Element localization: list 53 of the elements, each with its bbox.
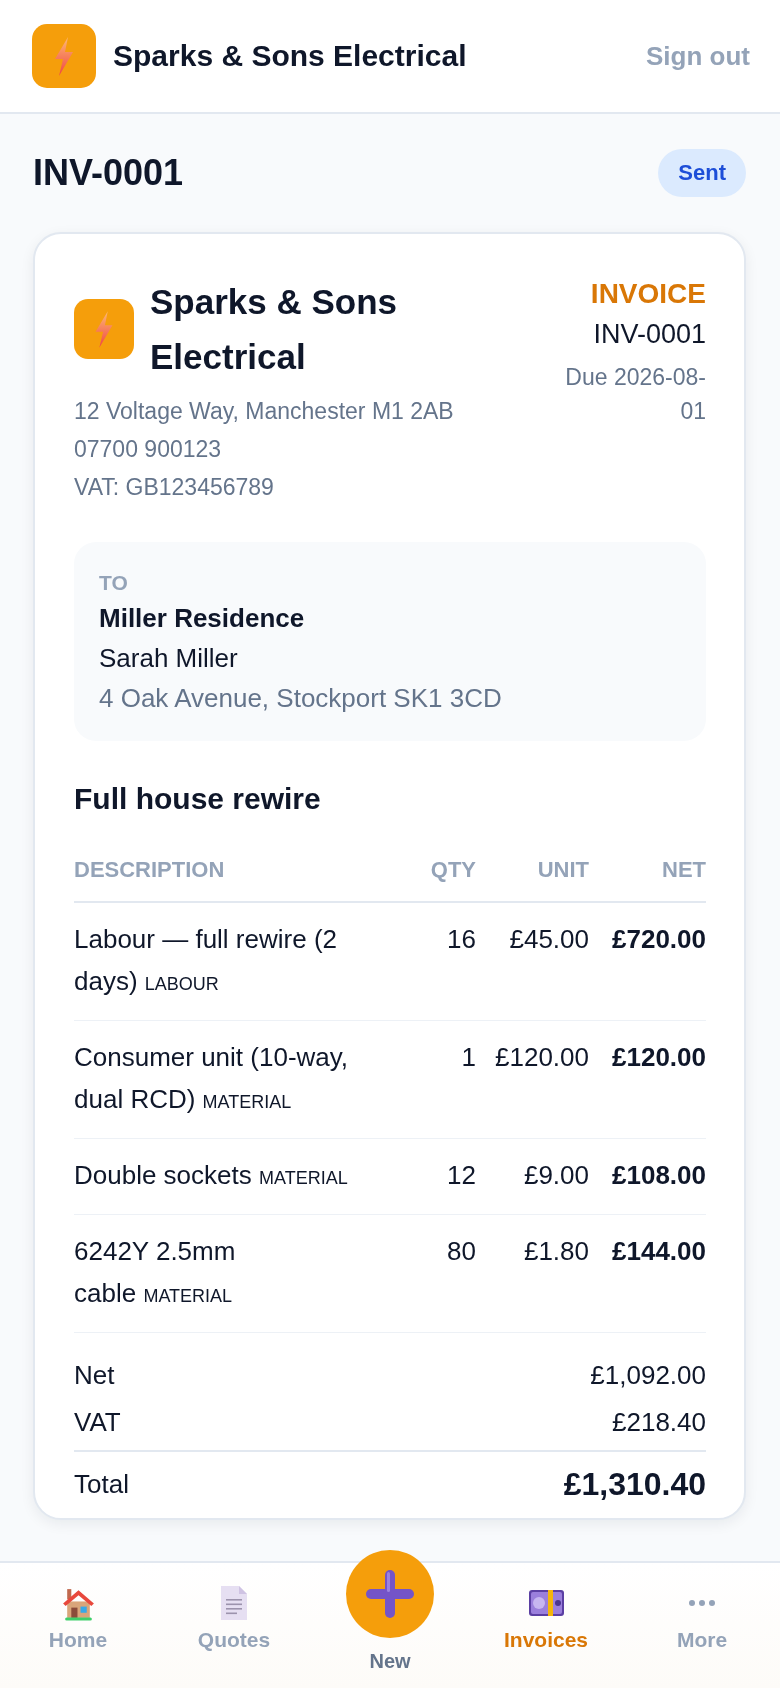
item-quantity: 12 — [447, 1160, 476, 1190]
item-quantity: 16 — [447, 924, 476, 954]
company-address: 12 Voltage Way, Manchester M1 2AB — [74, 397, 454, 426]
invoice-number: INV-0001 — [593, 318, 706, 351]
company-phone: 07700 900123 — [74, 435, 222, 464]
total-amount: £1,310.40 — [563, 1466, 706, 1502]
subtotal-amount: £218.40 — [612, 1406, 706, 1439]
item-description: Labour — full rewire (2 days) LABOUR — [74, 924, 337, 996]
column-header: UNIT — [537, 857, 589, 882]
line-total: £144.00 — [612, 1236, 706, 1266]
unit-price: £9.00 — [523, 1160, 589, 1190]
nav-tab[interactable]: Invoices — [468, 1563, 624, 1653]
more-dots-icon — [688, 1599, 716, 1607]
nav-tab[interactable]: Quotes — [156, 1563, 312, 1653]
sign-out-link[interactable]: Sign out — [646, 36, 750, 76]
item-description: 6242Y 2.5mm cable MATERIAL — [74, 1236, 236, 1308]
invoice-number-heading: INV-0001 — [33, 151, 184, 195]
lightning-logo-icon — [74, 299, 134, 359]
total-label: Total — [74, 1468, 129, 1501]
column-header: DESCRIPTION — [74, 857, 225, 882]
unit-price: £120.00 — [495, 1042, 589, 1072]
unit-price: £45.00 — [509, 924, 589, 954]
banknote-icon — [527, 1589, 565, 1617]
lightning-logo-icon — [32, 24, 96, 88]
column-header: NET — [662, 857, 706, 882]
document-type-label: INVOICE — [590, 277, 706, 311]
app-title: Sparks & Sons Electrical — [113, 38, 467, 74]
nav-tab[interactable]: Home — [0, 1563, 156, 1653]
document-icon — [219, 1585, 249, 1621]
recipient-address: 4 Oak Avenue, Stockport SK1 3CD — [99, 682, 502, 715]
subtotal-label: VAT — [74, 1406, 121, 1439]
subtotal-label: Net — [74, 1359, 115, 1392]
status-badge: Sent — [658, 149, 746, 197]
plus-icon — [346, 1550, 434, 1638]
item-quantity: 80 — [447, 1236, 476, 1266]
column-header: QTY — [430, 857, 476, 882]
unit-price: £1.80 — [523, 1236, 589, 1266]
line-total: £108.00 — [612, 1160, 706, 1190]
new-button[interactable]: New — [312, 1550, 468, 1674]
recipient-contact: Sarah Miller — [99, 642, 238, 675]
subtotal-amount: £1,092.00 — [590, 1359, 706, 1392]
due-date: Due 2026-08-01 — [564, 363, 706, 426]
job-title: Full house rewire — [74, 781, 321, 817]
nav-tab[interactable]: More — [624, 1563, 780, 1653]
recipient-label: TO — [99, 570, 128, 596]
company-name: Sparks & Sons Electrical — [150, 281, 399, 378]
company-vat-number: VAT: GB123456789 — [74, 473, 274, 502]
line-total: £120.00 — [612, 1042, 706, 1072]
item-quantity: 1 — [461, 1042, 476, 1072]
item-description: Consumer unit (10-way, dual RCD) MATERIAL — [74, 1042, 349, 1114]
item-description: Double sockets MATERIAL — [74, 1160, 348, 1190]
recipient-name: Miller Residence — [99, 602, 305, 635]
line-total: £720.00 — [612, 924, 706, 954]
